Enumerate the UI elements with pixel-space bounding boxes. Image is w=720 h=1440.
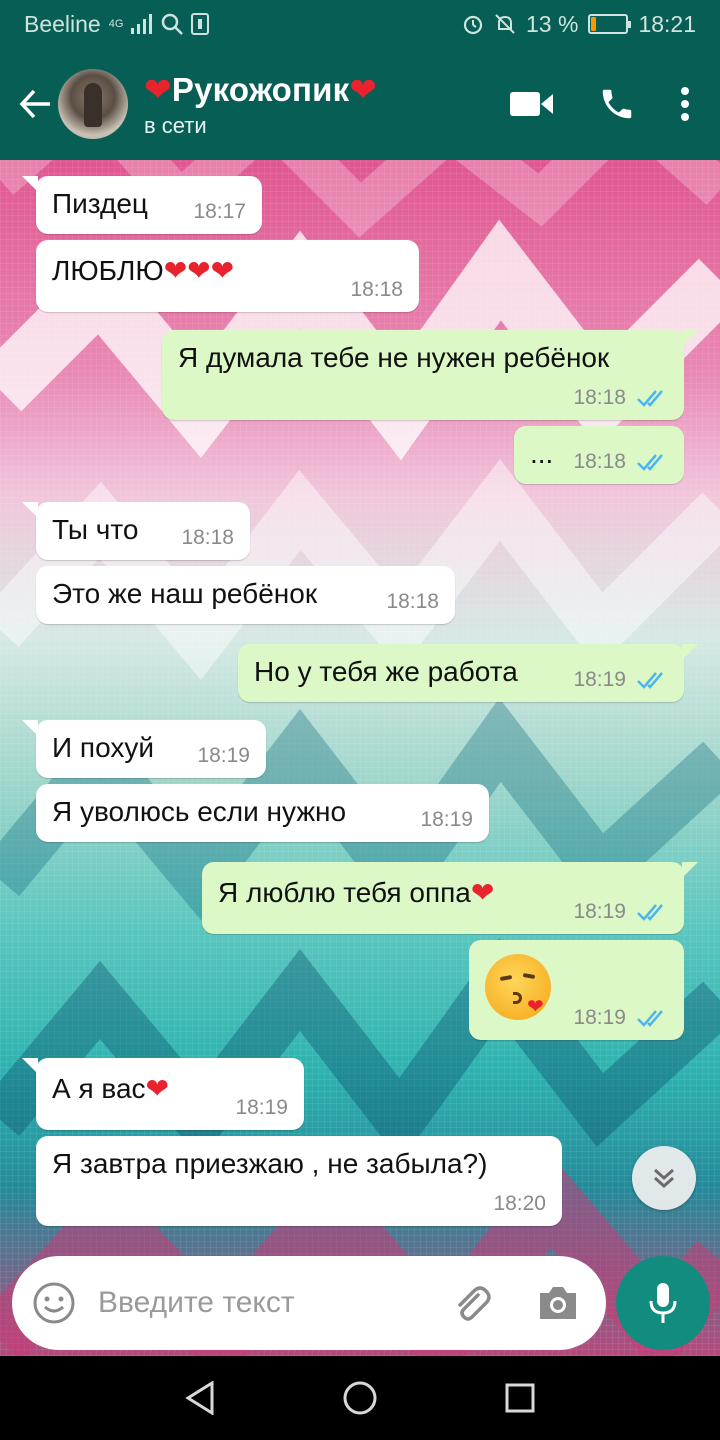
read-receipt-icon	[637, 454, 663, 471]
message-outgoing[interactable]: ... 18:18	[514, 426, 684, 484]
message-incoming[interactable]: ЛЮБЛЮ❤❤❤ 18:18	[36, 240, 419, 312]
nav-back-icon[interactable]	[180, 1378, 220, 1418]
more-vert-icon[interactable]	[680, 86, 690, 122]
scroll-to-bottom-button[interactable]	[632, 1146, 696, 1210]
alarm-icon	[463, 15, 483, 35]
nav-home-icon[interactable]	[340, 1378, 380, 1418]
message-text: Я уволюсь если нужно	[52, 796, 347, 827]
message-text: ЛЮБЛЮ❤❤❤	[52, 255, 235, 286]
network-type: 4G	[108, 18, 124, 30]
status-bar: Beeline 4G 13 % 18:21	[0, 0, 720, 48]
message-incoming[interactable]: Это же наш ребёнок 18:18	[36, 566, 455, 624]
chat-area[interactable]: Пиздец 18:17 ЛЮБЛЮ❤❤❤ 18:18 Я думала теб…	[0, 160, 720, 1356]
sim-icon	[191, 13, 210, 35]
chevron-double-down-icon	[654, 1168, 674, 1189]
message-time: 18:17	[193, 200, 246, 223]
battery-percent: 13 %	[526, 10, 579, 37]
contact-name: ❤Рукожопик❤	[144, 70, 378, 108]
message-text: Но у тебя же работа	[254, 656, 518, 687]
message-text: ...	[530, 438, 554, 469]
attach-icon[interactable]	[446, 1279, 494, 1327]
read-receipt-icon	[637, 672, 663, 689]
read-receipt-icon	[637, 1010, 663, 1027]
mic-icon	[649, 1283, 677, 1323]
message-text: Я думала тебе не нужен ребёнок	[178, 342, 610, 373]
read-receipt-icon	[637, 904, 663, 921]
message-time: 18:18	[573, 450, 626, 473]
carrier-name: Beeline	[24, 10, 101, 37]
message-time: 18:19	[197, 744, 250, 767]
read-receipt-icon	[637, 390, 663, 407]
contact-info[interactable]: ❤Рукожопик❤ в сети	[144, 70, 377, 139]
message-composer: Введите текст	[12, 1256, 606, 1350]
message-time: 18:19	[573, 900, 626, 923]
presence-status: в сети	[144, 112, 207, 138]
message-outgoing[interactable]: Я люблю тебя оппа❤ 18:19	[202, 862, 698, 934]
message-time: 18:18	[573, 386, 626, 409]
mic-button[interactable]	[616, 1256, 710, 1350]
phone-icon[interactable]	[598, 85, 636, 123]
emoji-icon[interactable]	[32, 1281, 76, 1325]
search-icon	[162, 13, 184, 35]
back-arrow-icon[interactable]	[12, 80, 60, 128]
message-text: Ты что	[52, 514, 139, 545]
clock: 18:21	[638, 10, 696, 37]
message-time: 18:18	[181, 526, 234, 549]
kiss-emoji-icon: ❤	[485, 954, 551, 1020]
message-text: Это же наш ребёнок	[52, 578, 318, 609]
message-text: И похуй	[52, 732, 154, 763]
message-text: А я вас❤	[52, 1073, 169, 1104]
message-input[interactable]: Введите текст	[98, 1286, 418, 1320]
message-incoming[interactable]: Я уволюсь если нужно 18:19	[36, 784, 489, 842]
message-time: 18:20	[493, 1192, 546, 1215]
message-text: Я люблю тебя оппа❤	[218, 877, 495, 908]
message-incoming[interactable]: И похуй 18:19	[22, 720, 266, 778]
chat-header: ❤Рукожопик❤ в сети	[0, 48, 720, 160]
system-nav-bar	[0, 1356, 720, 1440]
nav-recents-icon[interactable]	[500, 1378, 540, 1418]
message-time: 18:19	[420, 808, 473, 831]
battery-icon	[588, 14, 632, 34]
message-time: 18:19	[573, 668, 626, 691]
video-call-icon[interactable]	[510, 90, 554, 118]
message-time: 18:18	[386, 590, 439, 613]
message-incoming[interactable]: Я завтра приезжаю , не забыла?) 18:20	[36, 1136, 562, 1226]
message-time: 18:19	[235, 1096, 288, 1119]
message-text: Я завтра приезжаю , не забыла?)	[52, 1148, 488, 1179]
message-time: 18:19	[573, 1006, 626, 1029]
message-incoming[interactable]: Ты что 18:18	[22, 502, 250, 560]
message-incoming[interactable]: А я вас❤ 18:19	[22, 1058, 304, 1130]
message-incoming[interactable]: Пиздец 18:17	[22, 176, 262, 234]
avatar[interactable]	[58, 69, 128, 139]
message-outgoing[interactable]: Я думала тебе не нужен ребёнок 18:18	[162, 330, 698, 420]
message-text: Пиздец	[52, 188, 148, 219]
message-outgoing[interactable]: ❤ 18:19	[469, 940, 684, 1040]
message-outgoing[interactable]: Но у тебя же работа 18:19	[238, 644, 698, 702]
signal-icon	[131, 14, 153, 34]
mute-icon	[495, 14, 515, 34]
message-time: 18:18	[350, 278, 403, 301]
camera-icon[interactable]	[534, 1279, 582, 1327]
